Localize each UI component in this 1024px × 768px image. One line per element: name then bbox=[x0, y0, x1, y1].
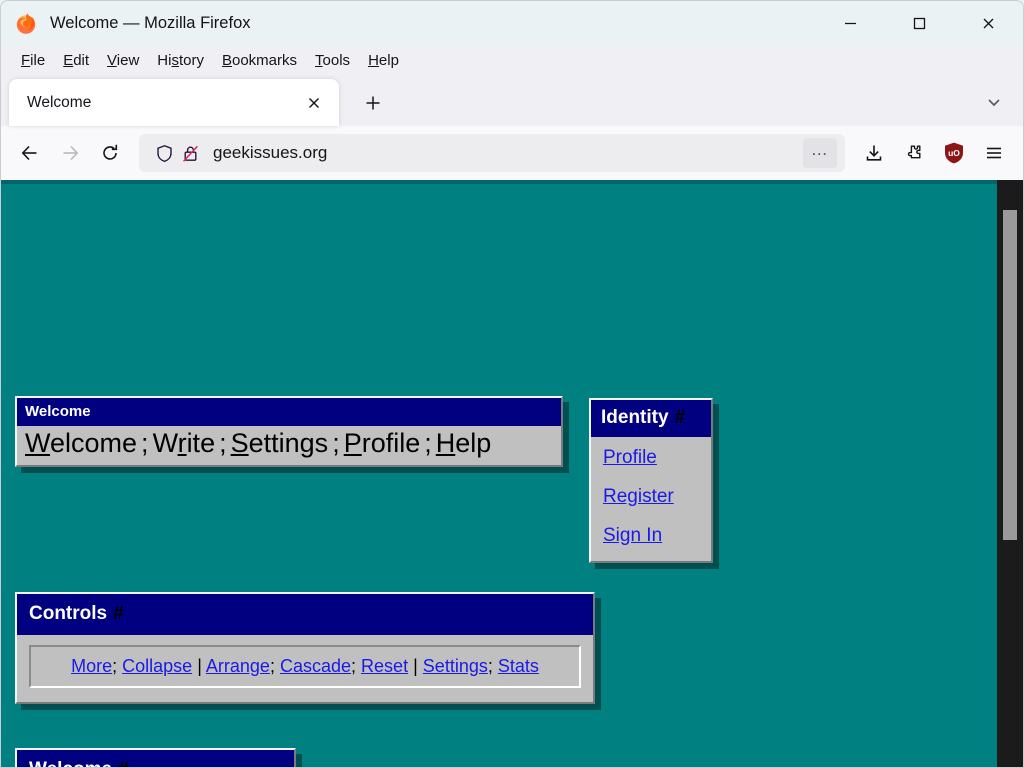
menu-file[interactable]: File bbox=[12, 49, 54, 72]
menu-history[interactable]: History bbox=[148, 49, 213, 72]
tab-close-icon[interactable] bbox=[299, 88, 329, 118]
url-text[interactable]: geekissues.org bbox=[213, 143, 803, 163]
controls-link-more[interactable]: More bbox=[71, 656, 112, 676]
nav-separator: ; bbox=[219, 428, 227, 458]
new-tab-button[interactable] bbox=[355, 85, 391, 121]
nav-separator: ; bbox=[424, 428, 432, 458]
controls-separator: ; bbox=[269, 656, 275, 676]
controls-link-reset[interactable]: Reset bbox=[361, 656, 408, 676]
back-button[interactable] bbox=[11, 134, 49, 172]
browser-window: Welcome — Mozilla Firefox File Edit View… bbox=[0, 0, 1024, 768]
controls-link-bar: More; Collapse | Arrange; Cascade; Reset… bbox=[29, 645, 581, 688]
window-controls bbox=[816, 1, 1023, 46]
page-viewport: Welcome Welcome; Write; Settings; Profile; H… bbox=[1, 180, 1023, 767]
nav-link-welcome[interactable]: Welcome bbox=[25, 428, 137, 458]
panel-body-controls: More; Collapse | Arrange; Cascade; Reset… bbox=[17, 635, 593, 702]
panel-identity: Identity # Profile Register Sign In bbox=[589, 398, 713, 563]
identity-link-signin[interactable]: Sign In bbox=[603, 525, 699, 547]
nav-link-settings[interactable]: Settings bbox=[231, 428, 329, 458]
panel-welcome-nav: Welcome Welcome; Write; Settings; Profile; H… bbox=[15, 396, 563, 468]
anchor-hash-icon[interactable]: # bbox=[113, 603, 124, 624]
menu-bar: File Edit View History Bookmarks Tools H… bbox=[1, 46, 1023, 75]
svg-text:uO: uO bbox=[948, 148, 960, 158]
controls-link-collapse[interactable]: Collapse bbox=[122, 656, 192, 676]
nav-link-write[interactable]: Write bbox=[153, 428, 216, 458]
panel-title-text: Identity bbox=[601, 407, 669, 428]
minimize-button[interactable] bbox=[816, 1, 885, 46]
extensions-puzzle-icon[interactable] bbox=[895, 134, 933, 172]
app-menu-icon[interactable] bbox=[975, 134, 1013, 172]
nav-link-profile[interactable]: Profile bbox=[344, 428, 421, 458]
tab-strip: Welcome bbox=[1, 75, 1023, 126]
page-surface: Welcome Welcome; Write; Settings; Profile; H… bbox=[1, 180, 997, 767]
controls-link-stats[interactable]: Stats bbox=[498, 656, 539, 676]
panel-body-welcome-nav: Welcome; Write; Settings; Profile; Help bbox=[17, 426, 561, 465]
panel-title-text: Controls bbox=[29, 603, 108, 624]
identity-link-profile[interactable]: Profile bbox=[603, 447, 699, 469]
tab-title: Welcome bbox=[27, 93, 92, 111]
controls-separator: | bbox=[413, 656, 418, 676]
scrollbar-thumb[interactable] bbox=[1003, 210, 1017, 540]
menu-edit[interactable]: Edit bbox=[54, 49, 98, 72]
page-scrollbar[interactable] bbox=[997, 180, 1023, 767]
panel-title-welcome-nav: Welcome bbox=[17, 398, 561, 426]
forward-button[interactable] bbox=[51, 134, 89, 172]
controls-separator: ; bbox=[351, 656, 357, 676]
panel-welcome-content: Welcome# Welcome to resource. If new her… bbox=[15, 748, 296, 767]
panel-controls: Controls # More; Collapse | Arrange; Casc… bbox=[15, 592, 595, 704]
controls-link-settings[interactable]: Settings bbox=[423, 656, 488, 676]
window-title: Welcome — Mozilla Firefox bbox=[50, 14, 251, 32]
panel-title-welcome-content: Welcome # bbox=[17, 750, 294, 767]
menu-bookmarks[interactable]: Bookmarks bbox=[213, 49, 306, 72]
lock-broken-icon[interactable] bbox=[177, 140, 203, 166]
identity-link-register[interactable]: Register bbox=[603, 486, 699, 508]
menu-view[interactable]: View bbox=[98, 49, 148, 72]
reload-button[interactable] bbox=[91, 134, 129, 172]
controls-link-arrange[interactable]: Arrange bbox=[206, 656, 270, 676]
menu-help[interactable]: Help bbox=[359, 49, 408, 72]
panel-title-text: Welcome bbox=[29, 759, 112, 767]
page-top-shadow bbox=[1, 180, 997, 184]
nav-link-help[interactable]: Help bbox=[436, 428, 492, 458]
address-bar[interactable]: geekissues.org … bbox=[139, 134, 845, 172]
tab-welcome[interactable]: Welcome bbox=[9, 79, 339, 126]
title-bar: Welcome — Mozilla Firefox bbox=[1, 1, 1023, 46]
controls-separator: ; bbox=[487, 656, 493, 676]
page-actions-button[interactable]: … bbox=[803, 138, 837, 168]
menu-tools[interactable]: Tools bbox=[306, 49, 359, 72]
downloads-icon[interactable] bbox=[855, 134, 893, 172]
panel-body-identity: Profile Register Sign In bbox=[591, 437, 711, 561]
panel-title-identity: Identity # bbox=[591, 400, 711, 437]
nav-separator: ; bbox=[141, 428, 149, 458]
controls-link-cascade[interactable]: Cascade bbox=[280, 656, 351, 676]
controls-separator: ; bbox=[112, 656, 118, 676]
nav-separator: ; bbox=[332, 428, 340, 458]
anchor-hash-icon[interactable]: # bbox=[118, 759, 129, 767]
maximize-button[interactable] bbox=[885, 1, 954, 46]
ublock-origin-icon[interactable]: uO bbox=[935, 134, 973, 172]
close-button[interactable] bbox=[954, 1, 1023, 46]
controls-separator: | bbox=[197, 656, 202, 676]
firefox-logo-icon bbox=[15, 12, 37, 35]
chevron-down-icon[interactable] bbox=[977, 85, 1011, 119]
shield-icon[interactable] bbox=[151, 140, 177, 166]
panel-title-controls: Controls # bbox=[17, 594, 593, 635]
anchor-hash-icon[interactable]: # bbox=[675, 407, 686, 428]
navigation-toolbar: geekissues.org … uO bbox=[1, 126, 1023, 180]
